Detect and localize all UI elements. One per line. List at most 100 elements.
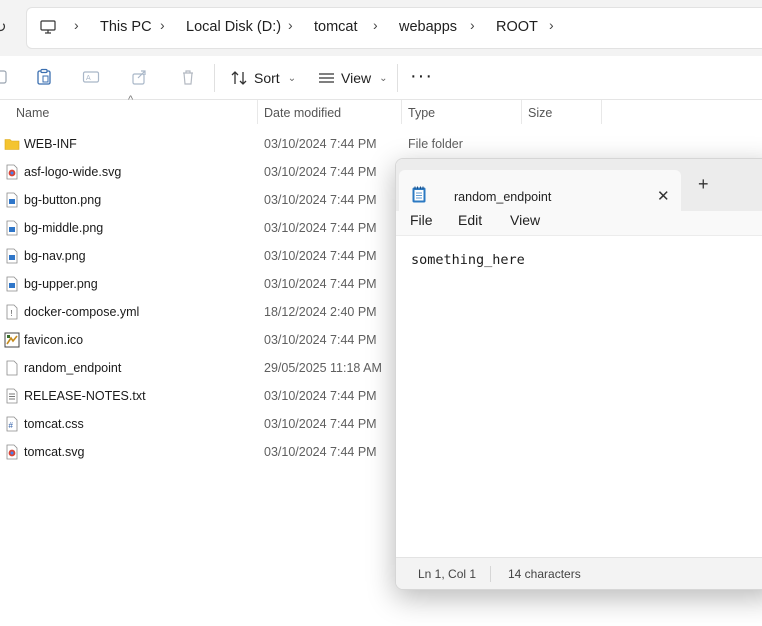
column-header-type[interactable]: Type xyxy=(408,100,518,126)
new-tab-icon[interactable]: + xyxy=(698,174,709,195)
column-divider[interactable] xyxy=(257,100,258,124)
file-name: RELEASE-NOTES.txt xyxy=(24,389,146,403)
cursor-position: Ln 1, Col 1 xyxy=(418,567,477,581)
image-file-icon xyxy=(6,192,18,208)
toolbar-divider xyxy=(397,64,398,92)
column-header-date[interactable]: Date modified xyxy=(264,100,400,126)
file-date: 03/10/2024 7:44 PM xyxy=(264,221,377,235)
file-date: 03/10/2024 7:44 PM xyxy=(264,417,377,431)
chevron-down-icon: ⌄ xyxy=(379,72,388,84)
menu-view[interactable]: View xyxy=(510,212,540,228)
chrome-svg-icon xyxy=(6,444,18,460)
file-date: 03/10/2024 7:44 PM xyxy=(264,333,377,347)
file-date: 03/10/2024 7:44 PM xyxy=(264,137,377,151)
file-row[interactable]: # tomcat.css 03/10/2024 7:44 PM xyxy=(0,410,400,438)
notepad-icon xyxy=(412,186,426,203)
file-row[interactable]: random_endpoint 29/05/2025 11:18 AM xyxy=(0,354,400,382)
file-row[interactable]: RELEASE-NOTES.txt 03/10/2024 7:44 PM xyxy=(0,382,400,410)
css-file-icon: # xyxy=(6,416,18,432)
chevron-right-icon[interactable]: › xyxy=(74,17,79,33)
file-name: asf-logo-wide.svg xyxy=(24,165,122,179)
chevron-right-icon[interactable]: › xyxy=(470,17,475,33)
file-row[interactable]: tomcat.svg 03/10/2024 7:44 PM xyxy=(0,438,400,466)
view-button[interactable]: View ⌄ xyxy=(318,64,387,92)
breadcrumb-webapps[interactable]: webapps xyxy=(399,19,457,35)
menu-edit[interactable]: Edit xyxy=(458,212,482,228)
paste-icon[interactable] xyxy=(35,68,53,86)
chrome-svg-icon xyxy=(6,164,18,180)
file-name: tomcat.css xyxy=(24,417,84,431)
file-date: 03/10/2024 7:44 PM xyxy=(264,277,377,291)
more-options-button[interactable]: ··· xyxy=(410,66,433,86)
column-header-size[interactable]: Size xyxy=(528,100,598,126)
file-date: 03/10/2024 7:44 PM xyxy=(264,165,377,179)
svg-text:A: A xyxy=(86,75,91,82)
file-name: favicon.ico xyxy=(24,333,84,347)
close-tab-icon[interactable]: ✕ xyxy=(657,187,670,205)
breadcrumb-this-pc[interactable]: This PC xyxy=(100,19,152,35)
chevron-right-icon[interactable]: › xyxy=(160,17,165,33)
notepad-tab-title: random_endpoint xyxy=(454,190,552,204)
notepad-text-area[interactable]: something_here xyxy=(411,252,525,268)
chevron-right-icon[interactable]: › xyxy=(288,17,293,33)
image-file-icon xyxy=(6,220,18,236)
image-file-icon xyxy=(6,248,18,264)
toolbar-divider xyxy=(214,64,215,92)
file-name: bg-upper.png xyxy=(24,277,98,291)
sort-icon xyxy=(231,71,247,85)
file-name: docker-compose.yml xyxy=(24,305,140,319)
file-row[interactable]: favicon.ico 03/10/2024 7:44 PM xyxy=(0,326,400,354)
notepad-tab[interactable]: random_endpoint ✕ xyxy=(399,170,681,211)
file-date: 03/10/2024 7:44 PM xyxy=(264,445,377,459)
character-count: 14 characters xyxy=(508,567,581,581)
sort-label: Sort xyxy=(254,70,280,86)
column-divider[interactable] xyxy=(521,100,522,124)
status-divider xyxy=(490,566,491,582)
file-name: tomcat.svg xyxy=(24,445,85,459)
svg-text:!: ! xyxy=(11,309,13,318)
notepad-menu-bar: File Edit View xyxy=(396,211,762,236)
view-label: View xyxy=(341,70,372,86)
file-name: random_endpoint xyxy=(24,361,122,375)
ico-file-icon xyxy=(4,332,20,348)
chevron-right-icon[interactable]: › xyxy=(549,17,554,33)
file-row[interactable]: asf-logo-wide.svg 03/10/2024 7:44 PM xyxy=(0,158,400,186)
file-row[interactable]: bg-nav.png 03/10/2024 7:44 PM xyxy=(0,242,400,270)
file-name: bg-nav.png xyxy=(24,249,86,263)
rename-icon[interactable]: A xyxy=(82,68,100,86)
file-date: 03/10/2024 7:44 PM xyxy=(264,389,377,403)
view-icon xyxy=(319,73,334,83)
address-bar-row: ↻ › This PC › Local Disk (D:) › tomcat ›… xyxy=(0,0,762,56)
file-row[interactable]: bg-middle.png 03/10/2024 7:44 PM xyxy=(0,214,400,242)
column-header-name[interactable]: Name xyxy=(16,100,256,126)
column-divider[interactable] xyxy=(401,100,402,124)
delete-icon[interactable] xyxy=(179,68,197,86)
share-icon[interactable] xyxy=(131,68,149,86)
yml-file-icon: ! xyxy=(6,304,18,320)
file-row[interactable]: ! docker-compose.yml 18/12/2024 2:40 PM xyxy=(0,298,400,326)
notepad-window[interactable]: random_endpoint ✕ + File Edit View somet… xyxy=(395,158,762,590)
folder-icon xyxy=(4,139,20,150)
chevron-down-icon: ⌄ xyxy=(287,72,297,84)
file-type: File folder xyxy=(408,137,463,151)
notepad-tab-bar: random_endpoint ✕ + xyxy=(396,159,762,211)
file-name: WEB-INF xyxy=(24,137,77,151)
refresh-icon[interactable]: ↻ xyxy=(0,18,7,36)
breadcrumb-root[interactable]: ROOT xyxy=(496,19,538,35)
cut-icon[interactable] xyxy=(0,68,10,86)
file-row[interactable]: WEB-INF 03/10/2024 7:44 PM File folder xyxy=(0,130,463,158)
image-file-icon xyxy=(6,276,18,292)
breadcrumb-tomcat[interactable]: tomcat xyxy=(314,19,358,35)
svg-text:#: # xyxy=(9,421,14,430)
sort-button[interactable]: Sort ⌄ xyxy=(230,64,296,92)
file-name: bg-middle.png xyxy=(24,221,104,235)
blank-file-icon xyxy=(6,360,18,376)
file-row[interactable]: bg-button.png 03/10/2024 7:44 PM xyxy=(0,186,400,214)
this-pc-icon[interactable] xyxy=(40,19,56,35)
menu-file[interactable]: File xyxy=(410,212,433,228)
chevron-right-icon[interactable]: › xyxy=(373,17,378,33)
column-divider[interactable] xyxy=(601,100,602,124)
file-row[interactable]: bg-upper.png 03/10/2024 7:44 PM xyxy=(0,270,400,298)
command-bar: A Sort ⌄ View ⌄ ··· xyxy=(0,56,762,100)
breadcrumb-local-disk[interactable]: Local Disk (D:) xyxy=(186,19,281,35)
